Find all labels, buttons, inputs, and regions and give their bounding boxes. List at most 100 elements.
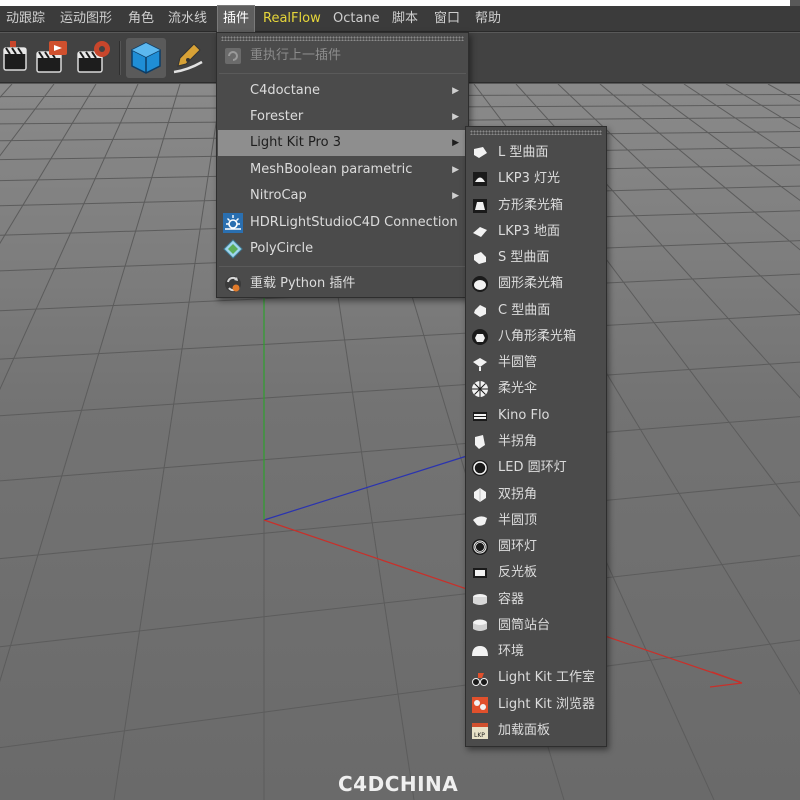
lightkit-item-label: Light Kit 工作室 (498, 670, 595, 686)
pen-icon (173, 43, 203, 74)
menu-realflow[interactable]: RealFlow (263, 6, 321, 32)
light-kit-submenu: L 型曲面 LKP3 灯光方形柔光箱 LKP3 地面 S 型曲面圆形柔光箱 C 型曲面八… (465, 126, 607, 747)
lightkit-item[interactable]: Kino Flo (467, 403, 605, 429)
reload-python-label: 重载 Python 插件 (250, 276, 356, 291)
repeat-last-plugin-item[interactable]: 重执行上一插件 (218, 43, 467, 69)
half-corner-icon (475, 434, 485, 449)
lightkit-item[interactable]: 柔光伞 (467, 376, 605, 402)
environment-icon (472, 646, 488, 657)
python-reload-icon (225, 276, 241, 292)
repeat-last-plugin-label: 重执行上一插件 (250, 48, 342, 63)
cube-button[interactable] (126, 38, 166, 78)
square-softbox-icon (473, 198, 487, 213)
lightkit-item[interactable]: 八角形柔光箱 (467, 324, 605, 350)
plugin-label: NitroCap (250, 188, 307, 203)
lightkit-item[interactable]: 半圆顶 (467, 508, 605, 534)
lightkit-item[interactable]: 方形柔光箱 (467, 193, 605, 219)
kino-flo-icon (473, 411, 487, 421)
lightkit-item[interactable]: 反光板 (467, 560, 605, 586)
lightkit-item[interactable]: Light Kit 浏览器 (467, 692, 605, 718)
plugin-label: Light Kit Pro 3 (250, 135, 341, 150)
lightkit-item[interactable]: 圆环灯 (467, 534, 605, 560)
lightkit-item-label: S 型曲面 (498, 250, 550, 266)
plugin-polycircle-item[interactable]: PolyCircle (218, 236, 467, 262)
lightkit-item-label: 加载面板 (498, 722, 551, 738)
l-curve-icon (474, 147, 487, 158)
submenu-arrow-icon: ▶ (452, 191, 459, 201)
lightkit-item[interactable]: LKP3 地面 (467, 219, 605, 245)
lightkit-item-label: 八角形柔光箱 (498, 328, 577, 344)
clapper-icon (3, 41, 27, 71)
lightkit-item[interactable]: LKP3 灯光 (467, 166, 605, 192)
lightkit-item[interactable]: S 型曲面 (467, 245, 605, 271)
lightkit-item-label: LKP3 地面 (498, 223, 561, 239)
lightkit-item-label: 半拐角 (498, 433, 538, 449)
plugin-hdrlightstudio-item[interactable]: HDRLightStudioC4D Connection (218, 210, 467, 236)
plugin-forester-item[interactable]: Forester ▶ (218, 104, 467, 130)
render-settings-button[interactable] (76, 38, 116, 78)
polycircle-icon (223, 239, 243, 259)
menu-plugins[interactable]: 插件 (216, 5, 256, 33)
menu-grip (470, 130, 602, 135)
menu-character[interactable]: 角色 (128, 6, 154, 32)
watermark-text: C4DCHINA (338, 772, 459, 796)
lightkit-item-label: 圆筒站台 (498, 617, 551, 633)
lightkit-item[interactable]: L 型曲面 (467, 140, 605, 166)
menu-octane[interactable]: Octane (333, 6, 380, 32)
submenu-arrow-icon: ▶ (452, 86, 459, 96)
menu-bar: 动跟踪 运动图形 角色 流水线 插件 RealFlow Octane 脚本 窗口… (0, 5, 800, 33)
cinema4d-window: 动跟踪 运动图形 角色 流水线 插件 RealFlow Octane 脚本 窗口… (0, 0, 800, 800)
plugin-label: PolyCircle (250, 241, 314, 256)
lightkit-item-label: 柔光伞 (498, 381, 538, 397)
plugin-nitrocap-item[interactable]: NitroCap ▶ (218, 183, 467, 209)
lightkit-item[interactable]: 容器 (467, 587, 605, 613)
plugin-meshboolean-item[interactable]: MeshBoolean parametric ▶ (218, 157, 467, 183)
submenu-arrow-icon: ▶ (452, 165, 459, 175)
menu-pipeline[interactable]: 流水线 (168, 6, 207, 32)
menu-script[interactable]: 脚本 (392, 6, 418, 32)
plugin-label: MeshBoolean parametric (250, 162, 413, 177)
menu-window[interactable]: 窗口 (434, 6, 460, 32)
plugin-c4doctane-item[interactable]: C4doctane ▶ (218, 78, 467, 104)
plugin-light-kit-pro-item[interactable]: Light Kit Pro 3 ▶ (218, 130, 467, 156)
lightkit-item[interactable]: LED 圆环灯 (467, 455, 605, 481)
toolbar-separator (119, 41, 121, 75)
menu-mograph[interactable]: 运动图形 (60, 6, 112, 32)
plugin-label: Forester (250, 109, 304, 124)
lightkit-item-label: 反光板 (498, 565, 538, 581)
menu-help[interactable]: 帮助 (475, 6, 501, 32)
render-picture-viewer-button[interactable] (33, 38, 73, 78)
lightkit-item[interactable]: 环境 (467, 639, 605, 665)
sun-icon (223, 213, 243, 233)
render-view-button[interactable] (0, 38, 30, 78)
half-pipe-icon (473, 358, 487, 372)
led-ring-icon (472, 460, 488, 477)
submenu-arrow-icon: ▶ (452, 112, 459, 122)
pen-tool-button[interactable] (168, 38, 208, 78)
ring-light-icon (472, 539, 488, 556)
lightkit-item[interactable]: LKP 加载面板 (467, 718, 605, 744)
lightkit-item-label: LKP3 灯光 (498, 171, 561, 187)
lightkit-item[interactable]: Light Kit 工作室 (467, 665, 605, 691)
lightkit-item[interactable]: C 型曲面 (467, 298, 605, 324)
lightkit-item-label: Light Kit 浏览器 (498, 696, 595, 712)
lightkit-item-label: Kino Flo (498, 407, 550, 423)
s-curve-icon (474, 252, 486, 265)
lightkit-item[interactable]: 双拐角 (467, 482, 605, 508)
c-curve-icon (474, 304, 486, 317)
round-softbox-icon (472, 276, 488, 293)
menu-motion-tracking[interactable]: 动跟踪 (6, 6, 45, 32)
octagon-softbox-icon (472, 328, 488, 345)
lightkit-item[interactable]: 圆筒站台 (467, 613, 605, 639)
menu-separator (219, 73, 466, 74)
clapper-gear-icon (77, 41, 110, 73)
lightkit-item-label: 双拐角 (498, 486, 538, 502)
lkp3-light-icon (473, 172, 487, 187)
lightkit-item[interactable]: 圆形柔光箱 (467, 271, 605, 297)
menu-separator (219, 266, 466, 267)
plugin-label: C4doctane (250, 83, 321, 98)
lightkit-item[interactable]: 半圆管 (467, 350, 605, 376)
lightkit-item[interactable]: 半拐角 (467, 429, 605, 455)
studio-icon (472, 673, 488, 687)
reload-python-plugins-item[interactable]: 重载 Python 插件 (218, 271, 467, 297)
